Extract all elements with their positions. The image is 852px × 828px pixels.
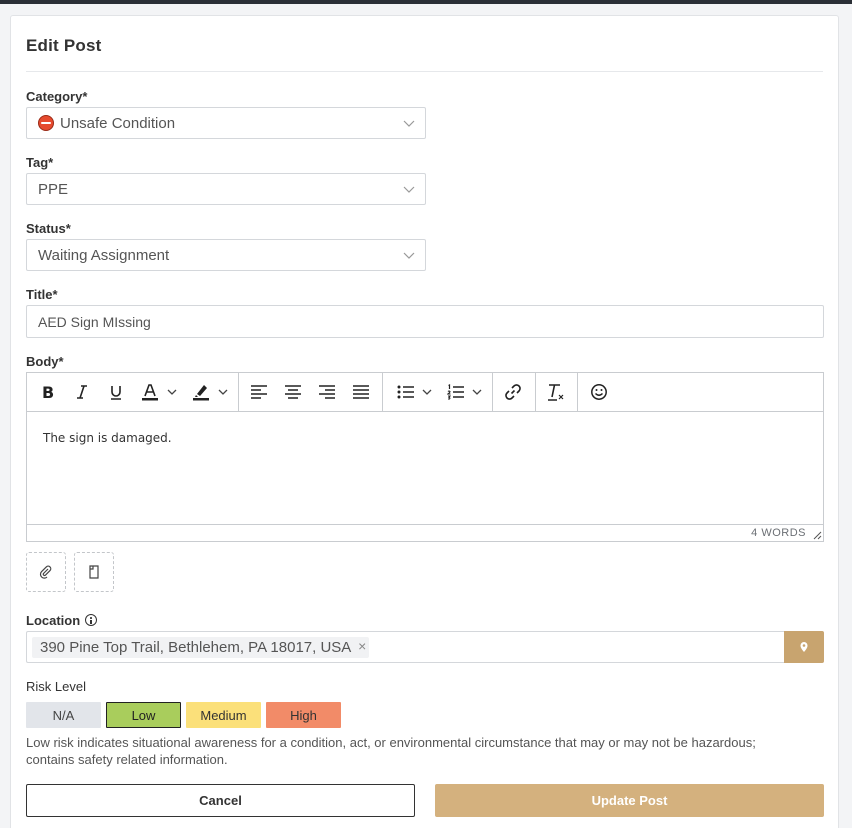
chevron-down-icon [472,389,482,395]
map-pin-button[interactable] [784,631,824,663]
status-label: Status* [26,221,71,236]
attach-file-button[interactable] [26,552,66,592]
clear-format-button[interactable] [545,373,567,411]
map-pin-icon [800,642,808,652]
risk-level-label: Risk Level [26,679,86,694]
editor-toolbar: B [27,373,823,412]
align-center-icon [285,385,301,399]
edit-post-card: Edit Post Category* Unsafe Condition Tag… [10,15,839,828]
underline-button[interactable] [105,373,127,411]
link-button[interactable] [502,373,524,411]
page-title: Edit Post [26,36,102,55]
risk-description: Low risk indicates situational awareness… [26,735,756,767]
chevron-down-icon [422,389,432,395]
tag-select[interactable]: PPE [26,173,426,205]
status-select[interactable]: Waiting Assignment [26,239,426,271]
close-icon[interactable]: × [358,638,366,654]
emoji-icon [591,384,607,400]
category-label: Category* [26,89,88,104]
toolbar-separator [382,373,383,411]
align-left-icon [251,385,267,399]
italic-icon [77,385,87,399]
resize-handle-icon[interactable] [813,531,822,540]
clear-format-icon [548,384,564,401]
editor-status-bar: 4 WORDS [27,524,823,541]
toolbar-separator [535,373,536,411]
numbered-list-icon [447,384,464,400]
status-value: Waiting Assignment [38,246,170,264]
risk-medium-button[interactable]: Medium [186,702,261,728]
word-count: 4 WORDS [751,527,806,539]
location-label: Location [26,613,98,628]
bullet-list-button[interactable] [393,373,437,411]
location-chip-text: 390 Pine Top Trail, Bethlehem, PA 18017,… [40,639,352,656]
document-icon [89,565,99,579]
body-label: Body* [26,354,64,369]
title-input[interactable]: AED Sign MIssing [26,305,824,338]
align-right-icon [319,385,335,399]
align-center-button[interactable] [282,373,304,411]
info-icon[interactable] [85,614,98,626]
tag-value: PPE [38,180,69,198]
location-input[interactable]: 390 Pine Top Trail, Bethlehem, PA 18017,… [26,631,784,663]
top-bar [0,0,852,4]
editor-content[interactable]: The sign is damaged. [43,431,172,445]
highlight-icon [193,385,209,401]
chevron-down-icon [403,252,415,259]
highlight-button[interactable] [187,373,233,411]
toolbar-separator [238,373,239,411]
bullet-list-icon [397,385,414,399]
align-right-button[interactable] [316,373,338,411]
title-label: Title* [26,287,58,302]
title-value: AED Sign MIssing [38,313,151,330]
link-icon [505,384,521,400]
update-post-button[interactable]: Update Post [435,784,824,817]
underline-icon [111,386,121,400]
toolbar-separator [492,373,493,411]
emoji-button[interactable] [588,373,610,411]
category-select[interactable]: Unsafe Condition [26,107,426,139]
attach-document-button[interactable] [74,552,114,592]
location-chip: 390 Pine Top Trail, Bethlehem, PA 18017,… [32,637,370,658]
location-label-text: Location [26,613,81,628]
cancel-button[interactable]: Cancel [26,784,415,817]
chevron-down-icon [403,120,415,127]
text-color-icon [142,384,158,401]
justify-icon [353,385,369,399]
category-value: Unsafe Condition [60,114,176,132]
align-left-button[interactable] [248,373,270,411]
svg-text:B: B [42,384,54,400]
numbered-list-button[interactable] [442,373,488,411]
toolbar-separator [577,373,578,411]
risk-na-button[interactable]: N/A [26,702,101,728]
risk-high-button[interactable]: High [266,702,341,728]
no-entry-icon [38,115,54,131]
italic-button[interactable] [71,373,93,411]
justify-button[interactable] [350,373,372,411]
text-color-button[interactable] [137,373,181,411]
risk-low-button[interactable]: Low [106,702,181,728]
body-editor: B The sign is damaged. 4 WORDS [26,372,824,542]
chevron-down-icon [167,389,177,395]
title-divider [26,71,823,72]
chevron-down-icon [218,389,228,395]
tag-label: Tag* [26,155,54,170]
bold-button[interactable]: B [37,373,59,411]
bold-icon: B [42,384,54,400]
paperclip-icon [39,565,52,579]
chevron-down-icon [403,186,415,193]
